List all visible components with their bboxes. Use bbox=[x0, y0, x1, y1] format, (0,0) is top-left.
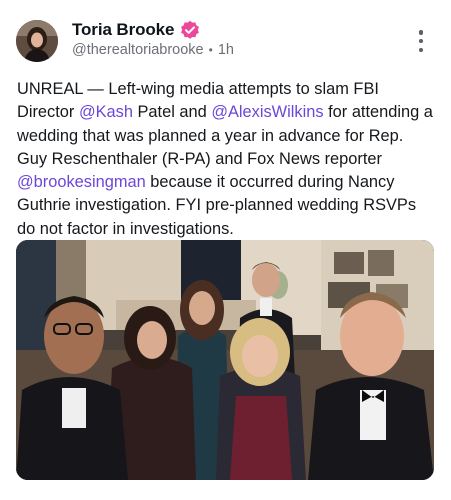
author-name[interactable]: Toria Brooke bbox=[72, 20, 175, 40]
post-time[interactable]: 1h bbox=[218, 42, 234, 58]
group-photo-image bbox=[16, 240, 434, 480]
meta-separator: • bbox=[208, 43, 213, 57]
mention-link[interactable]: @brookesingman bbox=[17, 173, 146, 191]
mention-link[interactable]: @AlexisWilkins bbox=[211, 103, 323, 121]
post-photo[interactable] bbox=[16, 240, 434, 480]
post-card: Toria Brooke @therealtoriabrooke • 1h UN… bbox=[0, 0, 451, 500]
verified-badge-icon bbox=[180, 20, 200, 40]
author-handle[interactable]: @therealtoriabrooke bbox=[72, 42, 204, 58]
avatar-image bbox=[16, 20, 58, 62]
post-text: UNREAL — Left-wing media attempts to sla… bbox=[17, 78, 437, 241]
author-meta: @therealtoriabrooke • 1h bbox=[72, 42, 234, 58]
avatar[interactable] bbox=[16, 20, 58, 62]
more-options-icon[interactable] bbox=[413, 30, 429, 52]
post-text-part: Patel and bbox=[132, 103, 212, 122]
author-row: Toria Brooke bbox=[72, 20, 200, 40]
mention-link[interactable]: @Kash bbox=[79, 103, 133, 121]
